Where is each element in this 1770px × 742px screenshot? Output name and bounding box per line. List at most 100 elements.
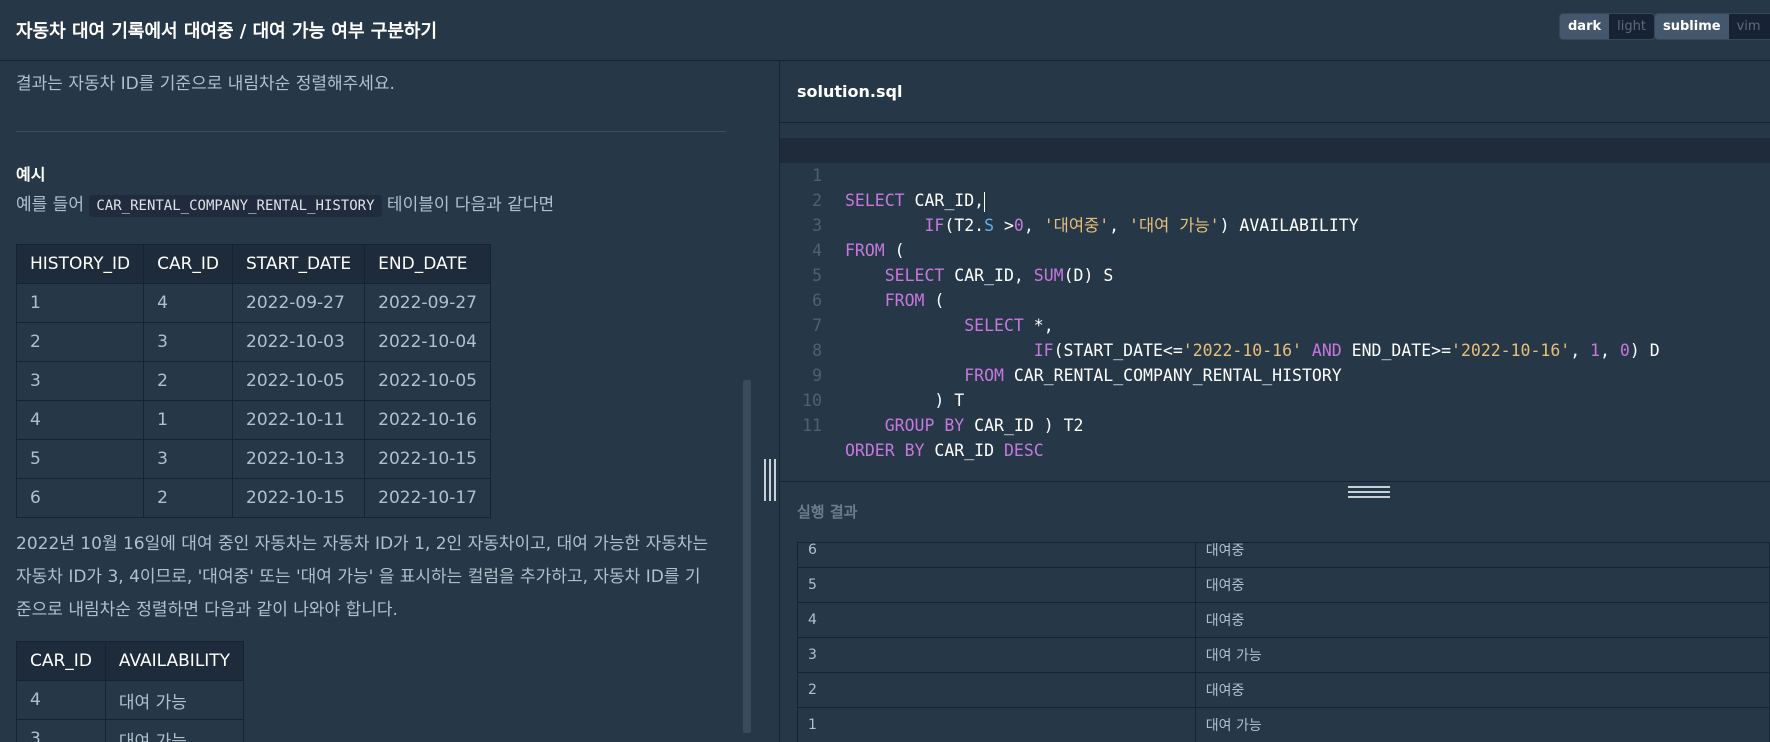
table-cell: 대여 가능 bbox=[104, 680, 245, 720]
table-row: 3 대여 가능 bbox=[16, 719, 245, 742]
editor-panel: solution.sql 1 SELECT CAR_ID, 2 IF(T2.S … bbox=[780, 61, 1770, 742]
history-table: HISTORY_ID CAR_ID START_DATE END_DATE 1 … bbox=[15, 244, 491, 518]
explanation-text: 2022년 10월 16일에 대여 중인 자동차는 자동차 ID가 1, 2인 … bbox=[16, 528, 708, 627]
table-cell: 4 bbox=[15, 400, 145, 440]
table-cell: 2022-10-13 bbox=[231, 439, 366, 479]
table-row: 5 대여중 bbox=[797, 567, 1770, 603]
table-cell: 6 bbox=[797, 543, 1196, 568]
description-scrollbar[interactable] bbox=[743, 380, 751, 733]
table-cell: 2 bbox=[15, 322, 145, 362]
code-line[interactable]: 5 FROM ( bbox=[780, 238, 1770, 310]
table-row: 2 대여중 bbox=[797, 672, 1770, 708]
code-line[interactable]: 6 SELECT *, bbox=[780, 263, 1770, 335]
answer-col-header: CAR_ID bbox=[16, 641, 106, 681]
table-cell: 2 bbox=[797, 672, 1196, 708]
problem-description-panel: 결과는 자동차 ID를 기준으로 내림차순 정렬해주세요. 예시 예를 들어 C… bbox=[0, 61, 779, 742]
table-row: 1 4 2022-09-27 2022-09-27 bbox=[15, 283, 491, 323]
table-cell: 2022-10-17 bbox=[364, 478, 491, 518]
table-cell: 3 bbox=[143, 322, 233, 362]
code-line[interactable]: 4 SELECT CAR_ID, SUM(D) S bbox=[780, 213, 1770, 285]
code-line[interactable]: 11 ORDER BY CAR_ID DESC bbox=[780, 388, 1770, 460]
keymap-sublime-option[interactable]: sublime bbox=[1655, 14, 1729, 39]
file-tab[interactable]: solution.sql bbox=[780, 61, 1770, 123]
theme-toggle[interactable]: dark light bbox=[1559, 13, 1655, 40]
explanation-line: 2022년 10월 16일에 대여 중인 자동차는 자동차 ID가 1, 2인 … bbox=[16, 534, 709, 554]
code-text: GROUP BY CAR_ID ) T2 bbox=[884, 416, 1084, 435]
table-cell: 1 bbox=[15, 283, 145, 323]
code-line[interactable]: 1 SELECT CAR_ID, bbox=[780, 138, 1770, 212]
table-cell: 6 bbox=[15, 478, 145, 518]
theme-light-option[interactable]: light bbox=[1609, 14, 1654, 39]
table-cell: 1 bbox=[797, 707, 1196, 742]
table-cell: 5 bbox=[797, 567, 1196, 603]
table-row: 2 3 2022-10-03 2022-10-04 bbox=[15, 322, 491, 362]
history-table-header: HISTORY_ID CAR_ID START_DATE END_DATE bbox=[15, 244, 491, 284]
code-text: ORDER BY CAR_ID DESC bbox=[845, 441, 1044, 460]
table-cell: 대여 가능 bbox=[1194, 637, 1770, 673]
table-row: 6 대여중 bbox=[797, 543, 1770, 568]
history-col-header: START_DATE bbox=[231, 244, 366, 284]
history-col-header: END_DATE bbox=[364, 244, 491, 284]
result-title: 실행 결과 bbox=[797, 503, 858, 521]
code-line[interactable]: 8 FROM CAR_RENTAL_COMPANY_RENTAL_HISTORY bbox=[780, 313, 1770, 385]
answer-table: CAR_ID AVAILABILITY 4 대여 가능 3 대여 가능 bbox=[16, 641, 245, 742]
table-row: 3 대여 가능 bbox=[797, 637, 1770, 673]
result-scroll-area[interactable]: 6 대여중 5 대여중 4 대여중 3 대여 가능 2 대여중 1 대여 가능 bbox=[797, 542, 1770, 742]
table-cell: 대여중 bbox=[1194, 543, 1770, 568]
table-cell: 대여 가능 bbox=[104, 719, 245, 742]
table-cell: 2022-10-15 bbox=[364, 439, 491, 479]
table-cell: 5 bbox=[15, 439, 145, 479]
table-cell: 3 bbox=[16, 719, 106, 742]
table-cell: 2022-09-27 bbox=[364, 283, 491, 323]
table-cell: 4 bbox=[16, 680, 106, 720]
line-number: 11 bbox=[802, 416, 822, 435]
explanation-line: 준으로 내림차순 정렬하면 다음과 같이 나와야 합니다. bbox=[16, 600, 398, 620]
example-intro-prefix: 예를 들어 bbox=[16, 195, 90, 215]
top-header: 자동차 대여 기록에서 대여중 / 대여 가능 여부 구분하기 dark lig… bbox=[0, 0, 1770, 61]
table-row: 4 대여 가능 bbox=[16, 680, 245, 720]
result-panel: 실행 결과 6 대여중 5 대여중 4 대여중 3 대여 가능 2 대여중 1 … bbox=[780, 481, 1770, 742]
table-row: 5 3 2022-10-13 2022-10-15 bbox=[15, 439, 491, 479]
table-cell: 대여중 bbox=[1194, 672, 1770, 708]
table-cell: 대여 가능 bbox=[1194, 707, 1770, 742]
sort-instruction: 결과는 자동차 ID를 기준으로 내림차순 정렬해주세요. bbox=[16, 74, 395, 94]
answer-table-header: CAR_ID AVAILABILITY bbox=[16, 641, 245, 681]
example-heading: 예시 bbox=[16, 165, 46, 184]
table-cell: 2022-10-05 bbox=[364, 361, 491, 401]
answer-col-header: AVAILABILITY bbox=[104, 641, 245, 681]
table-name-code: CAR_RENTAL_COMPANY_RENTAL_HISTORY bbox=[89, 195, 382, 217]
history-col-header: HISTORY_ID bbox=[15, 244, 145, 284]
table-cell: 2022-09-27 bbox=[231, 283, 366, 323]
table-cell: 대여중 bbox=[1194, 602, 1770, 638]
table-cell: 4 bbox=[797, 602, 1196, 638]
table-cell: 4 bbox=[143, 283, 233, 323]
table-row: 4 대여중 bbox=[797, 602, 1770, 638]
code-line[interactable]: 10 GROUP BY CAR_ID ) T2 bbox=[780, 363, 1770, 435]
keymap-vim-option[interactable]: vim bbox=[1729, 14, 1769, 39]
table-cell: 3 bbox=[797, 637, 1196, 673]
table-cell: 2022-10-15 bbox=[231, 478, 366, 518]
table-cell: 대여중 bbox=[1194, 567, 1770, 603]
explanation-line: 자동차 ID가 3, 4이므로, '대여중' 또는 '대여 가능' 을 표시하는… bbox=[16, 567, 701, 587]
table-cell: 1 bbox=[143, 400, 233, 440]
code-line[interactable]: 3 FROM ( bbox=[780, 188, 1770, 260]
example-intro-suffix: 테이블이 다음과 같다면 bbox=[381, 195, 555, 215]
theme-dark-option[interactable]: dark bbox=[1560, 14, 1610, 39]
code-line[interactable]: 2 IF(T2.S >0, '대여중', '대여 가능') AVAILABILI… bbox=[780, 163, 1770, 235]
table-row: 3 2 2022-10-05 2022-10-05 bbox=[15, 361, 491, 401]
panel-resize-handle[interactable] bbox=[764, 459, 776, 501]
file-name: solution.sql bbox=[797, 82, 903, 101]
editor-resize-handle[interactable] bbox=[1348, 486, 1390, 498]
code-line[interactable]: 9 ) T bbox=[780, 338, 1770, 410]
table-row: 6 2 2022-10-15 2022-10-17 bbox=[15, 478, 491, 518]
table-row: 1 대여 가능 bbox=[797, 707, 1770, 742]
problem-title: 자동차 대여 기록에서 대여중 / 대여 가능 여부 구분하기 bbox=[16, 21, 438, 42]
code-line[interactable]: 7 IF(START_DATE<='2022-10-16' AND END_DA… bbox=[780, 288, 1770, 360]
table-cell: 2022-10-11 bbox=[231, 400, 366, 440]
keymap-toggle[interactable]: sublime vim emacs bbox=[1654, 13, 1770, 40]
table-cell: 2 bbox=[143, 361, 233, 401]
example-intro: 예를 들어 CAR_RENTAL_COMPANY_RENTAL_HISTORY … bbox=[16, 189, 554, 223]
table-cell: 3 bbox=[15, 361, 145, 401]
table-cell: 2022-10-16 bbox=[364, 400, 491, 440]
table-cell: 3 bbox=[143, 439, 233, 479]
